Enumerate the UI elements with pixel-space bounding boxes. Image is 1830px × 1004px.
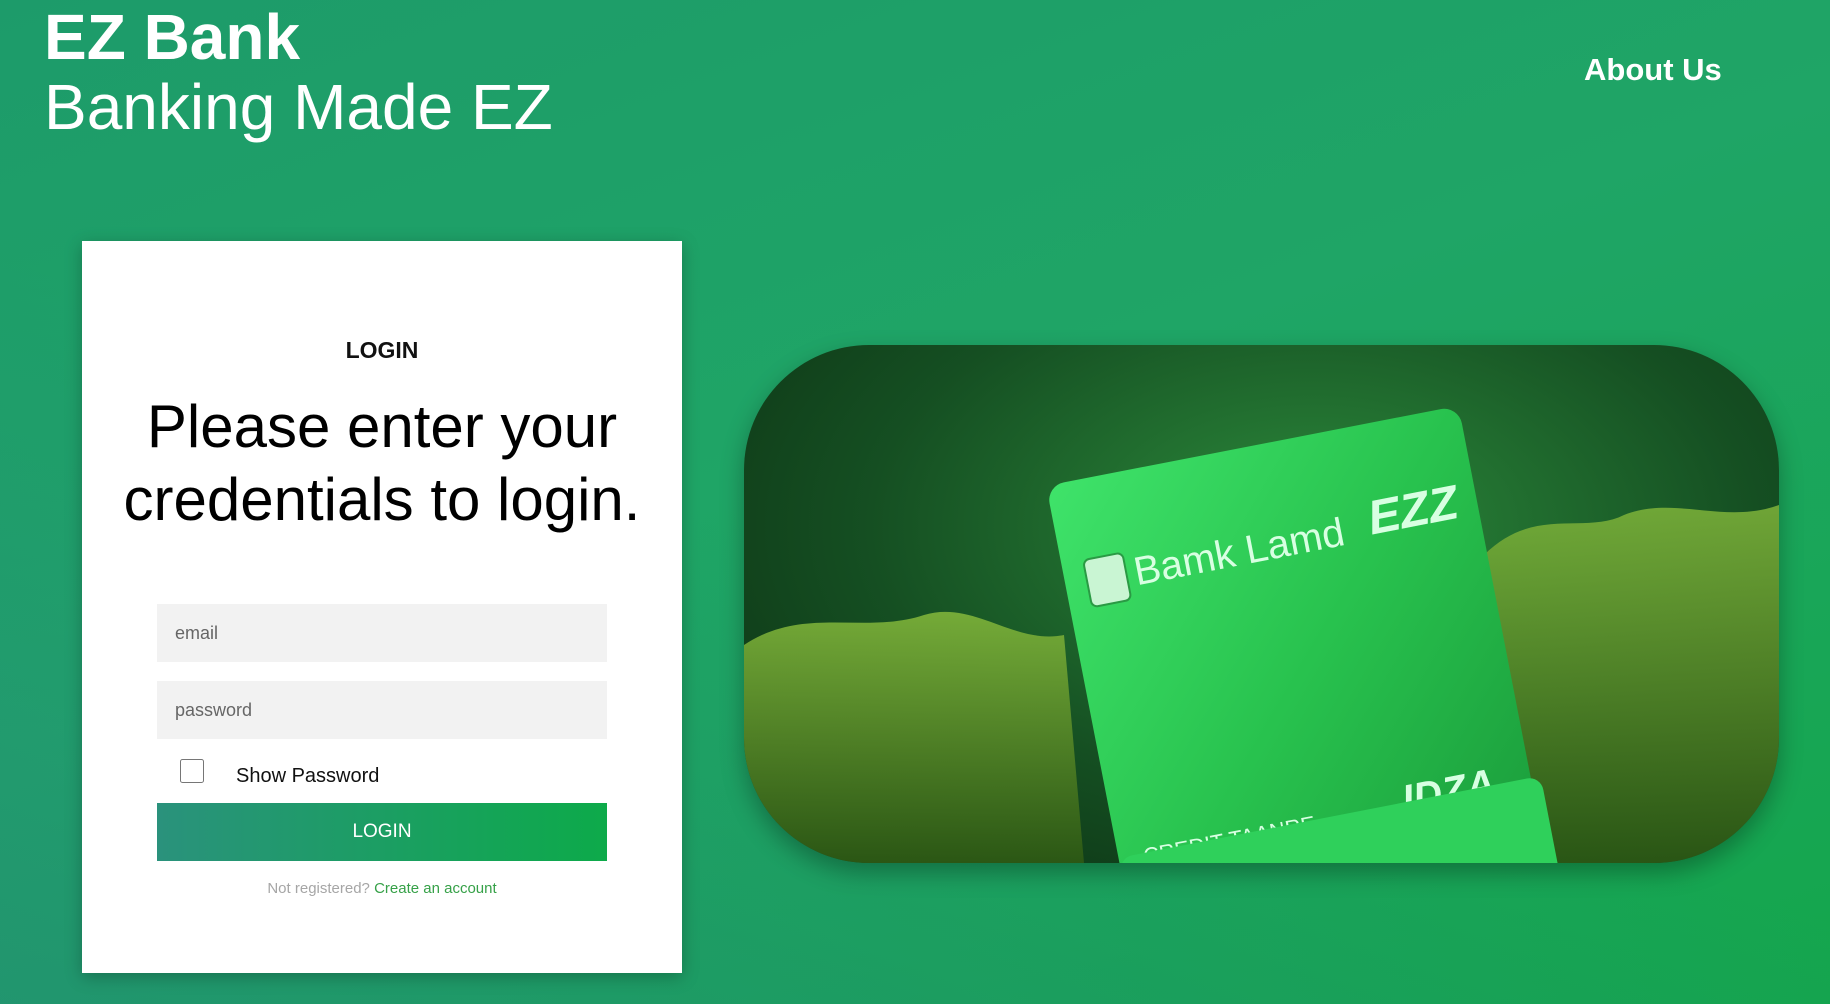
show-password-checkbox[interactable]: [180, 759, 204, 783]
about-us-link[interactable]: About Us: [1584, 52, 1722, 88]
login-prompt: Please enter your credentials to login.: [123, 393, 641, 533]
credit-card-illustration: Bamk Lamd EZZ CREDIT TAANRE IDZA: [744, 408, 1779, 863]
create-account-link[interactable]: Create an account: [374, 880, 497, 897]
show-password-label: Show Password: [236, 765, 380, 787]
email-input[interactable]: [157, 604, 607, 662]
login-heading: LOGIN: [345, 337, 419, 363]
brand-header: EZ Bank Banking Made EZ: [44, 4, 553, 144]
hero-image: Bamk Lamd EZZ CREDIT TAANRE IDZA: [744, 345, 1779, 863]
register-prompt: Not registered? Create an account: [82, 880, 682, 897]
register-prompt-text: Not registered?: [267, 880, 370, 897]
password-input[interactable]: [157, 681, 607, 739]
login-button[interactable]: LOGIN: [157, 803, 607, 861]
brand-name: EZ Bank: [44, 1, 301, 73]
brand-tagline: Banking Made EZ: [44, 71, 553, 143]
moss-left: [744, 611, 1084, 863]
